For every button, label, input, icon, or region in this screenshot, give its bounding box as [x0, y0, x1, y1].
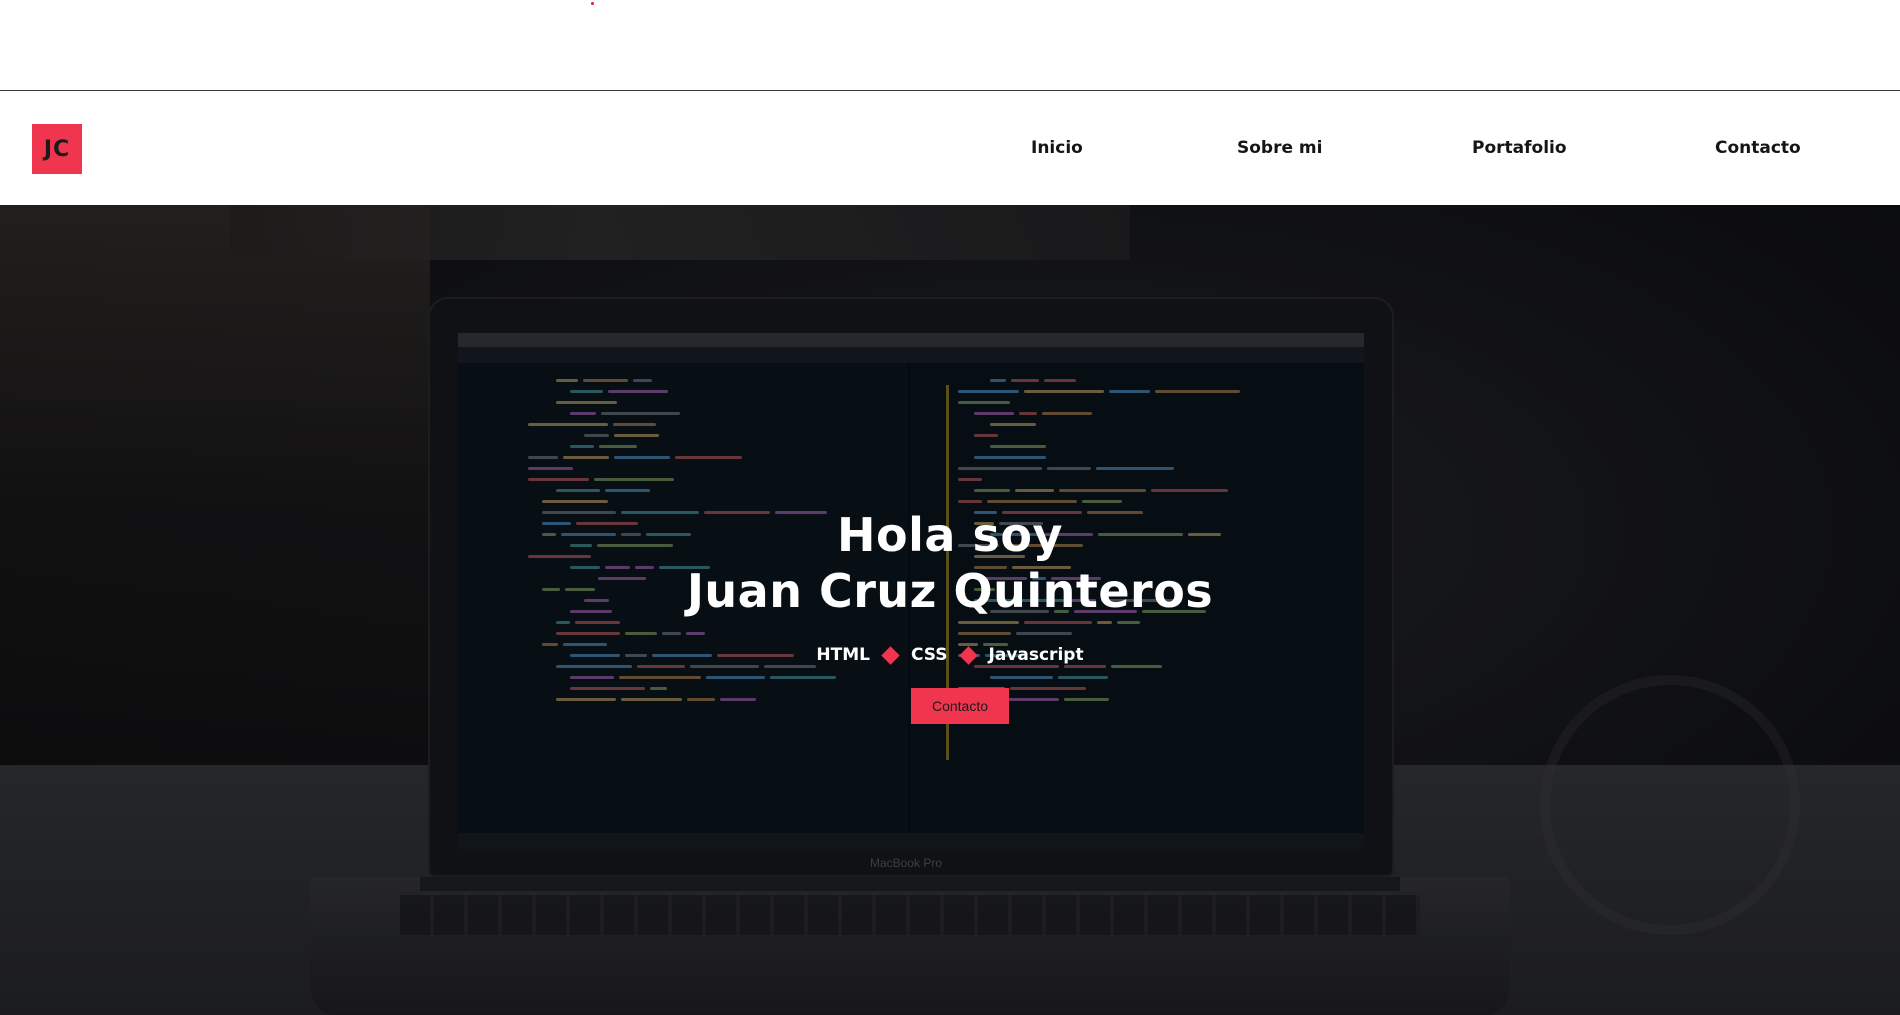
skills-list: HTML CSS Javascript: [0, 645, 1900, 665]
nav-item-inicio[interactable]: Inicio: [1031, 138, 1083, 158]
nav-item-contacto[interactable]: Contacto: [1715, 138, 1801, 158]
skill-css: CSS: [911, 645, 948, 665]
contact-button[interactable]: Contacto: [911, 688, 1009, 724]
navbar: JC Inicio Sobre mi Portafolio Contacto: [0, 92, 1900, 205]
hero-title-line1: Hola soy: [837, 508, 1063, 562]
skill-html: HTML: [816, 645, 870, 665]
diamond-icon: [958, 645, 978, 665]
hero-title-line2: Juan Cruz Quinteros: [686, 564, 1214, 618]
top-dot: [591, 2, 594, 5]
nav-item-sobre-mi[interactable]: Sobre mi: [1237, 138, 1322, 158]
top-strip: [0, 0, 1900, 91]
logo[interactable]: JC: [32, 124, 82, 174]
skill-javascript: Javascript: [988, 645, 1084, 665]
hero-section: MacBook Pro Hola soy Juan Cruz Quinteros…: [0, 205, 1900, 1015]
diamond-icon: [881, 645, 900, 665]
nav-item-portafolio[interactable]: Portafolio: [1472, 138, 1567, 158]
